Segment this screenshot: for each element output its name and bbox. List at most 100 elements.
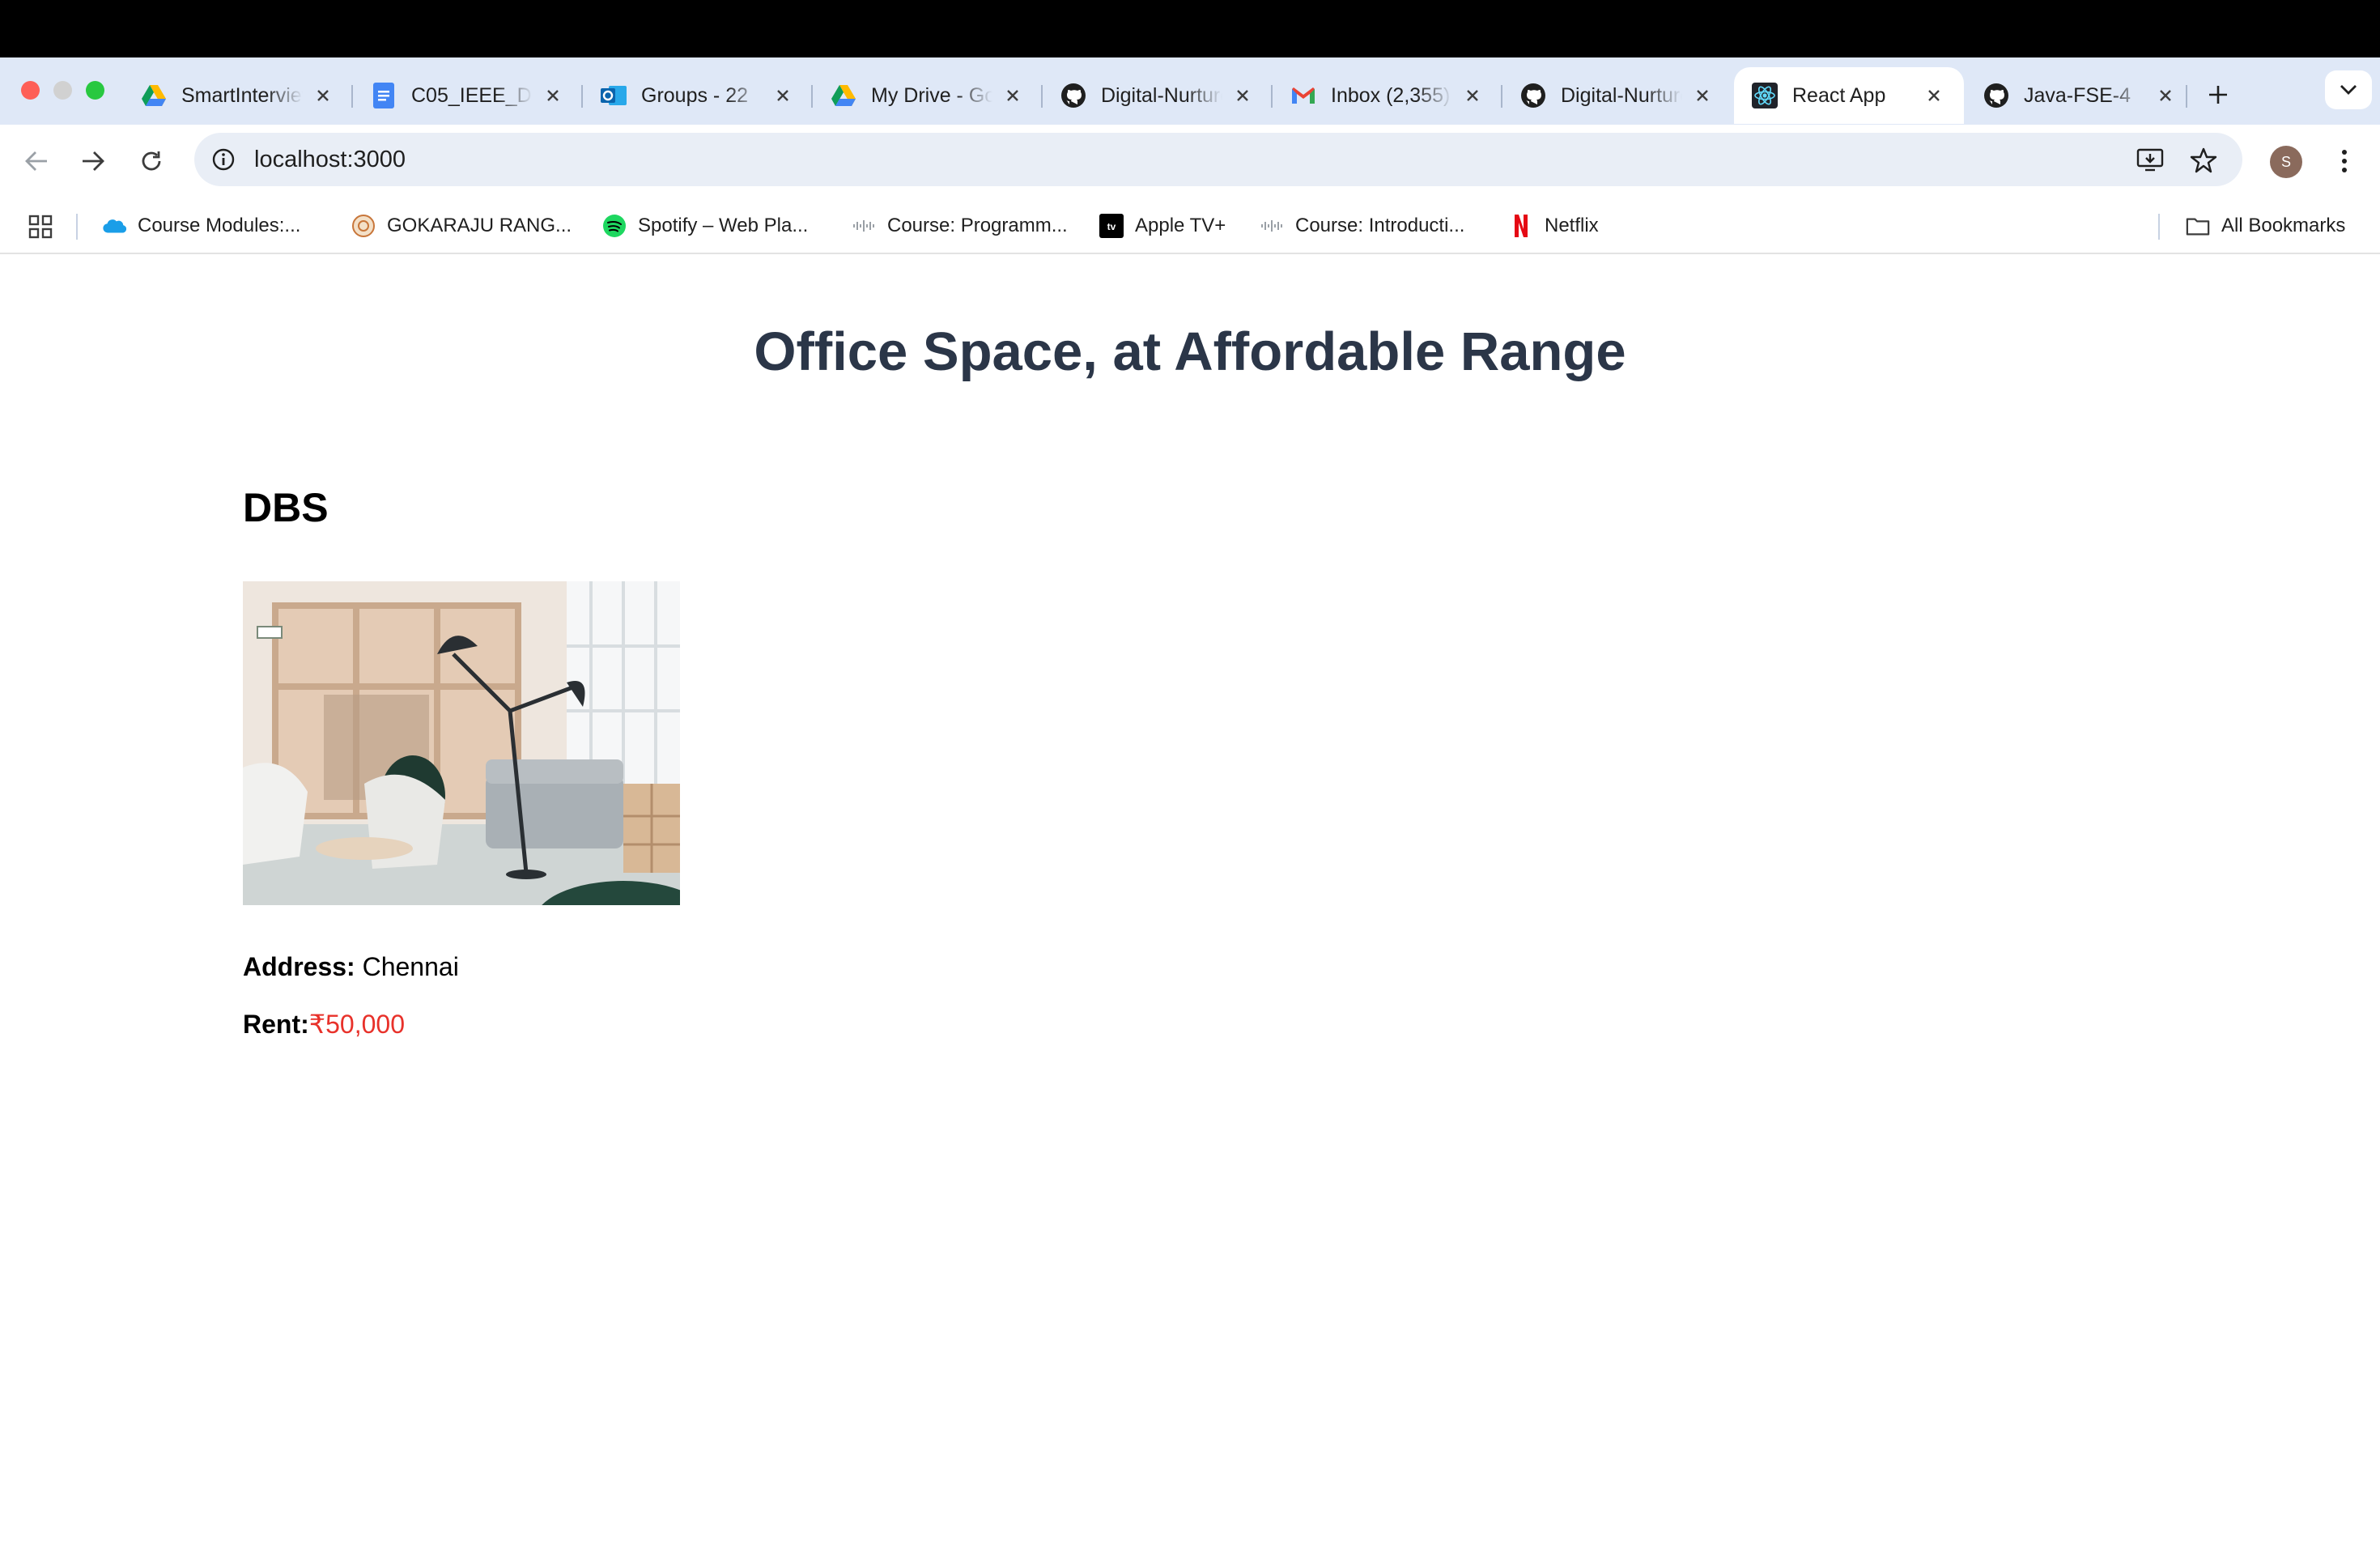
tab-java-fse[interactable]: Java-FSE-4 — [1966, 67, 2195, 124]
tab-search-button[interactable] — [2325, 70, 2372, 109]
install-app-icon[interactable] — [2134, 144, 2166, 176]
close-window-button[interactable] — [21, 81, 40, 100]
bookmark-label: Course: Programm... — [887, 215, 1068, 236]
more-vertical-icon — [2342, 150, 2347, 172]
google-drive-icon — [141, 83, 167, 108]
page-title: Office Space, at Affordable Range — [754, 321, 1626, 382]
tab-digital-nurture[interactable]: Digital-Nurture — [1043, 67, 1273, 124]
browser-toolbar: localhost:3000 S — [0, 125, 2380, 198]
tab-title: SmartInterviews — [181, 83, 303, 107]
all-bookmarks-button[interactable]: All Bookmarks — [2186, 211, 2345, 241]
bookmark-label: GOKARAJU RANG... — [387, 215, 572, 236]
bookmarks-separator — [2158, 214, 2160, 240]
browser-menu-button[interactable] — [2328, 142, 2361, 180]
forward-button[interactable] — [74, 142, 112, 180]
tab-groups[interactable]: Groups - 22 — [583, 67, 813, 124]
tab-c05-ieee-document[interactable]: C05_IEEE_Document — [353, 67, 583, 124]
folder-icon — [2186, 214, 2210, 238]
tab-title: Digital-Nurture — [1101, 83, 1222, 107]
spotify-icon — [602, 214, 627, 238]
github-icon — [1520, 83, 1546, 108]
bookmark-netflix[interactable]: Netflix — [1509, 211, 1599, 241]
reload-icon — [142, 151, 161, 171]
url-text[interactable]: localhost:3000 — [254, 147, 406, 173]
tab-react-app[interactable]: React App — [1734, 67, 1964, 124]
tab-my-drive[interactable]: My Drive - Google Drive — [813, 67, 1043, 124]
google-docs-icon — [371, 83, 397, 108]
bookmark-course-introduction[interactable]: Course: Introducti... — [1260, 211, 1464, 241]
arrow-right-icon — [83, 151, 104, 171]
plus-icon — [2209, 86, 2227, 104]
cisco-icon — [1260, 214, 1284, 238]
bookmark-gokaraju[interactable]: GOKARAJU RANG... — [351, 211, 572, 241]
address-bar[interactable]: localhost:3000 — [194, 133, 2242, 186]
github-icon — [1983, 83, 2009, 108]
avatar-initial: S — [2280, 153, 2291, 170]
tab-title: Digital-Nurture — [1561, 83, 1682, 107]
bookmark-course-modules[interactable]: Course Modules:... — [102, 211, 300, 241]
tab-gmail-inbox[interactable]: Inbox (2,355) — [1273, 67, 1502, 124]
bookmark-course-programming[interactable]: Course: Programm... — [852, 211, 1068, 241]
reload-button[interactable] — [133, 142, 170, 180]
tab-smartinterviews[interactable]: SmartInterviews — [123, 67, 353, 124]
bookmark-label: Apple TV+ — [1135, 215, 1226, 236]
tab-title: Java-FSE-4 — [2024, 83, 2131, 107]
rent-value: ₹50,000 — [308, 1010, 405, 1039]
close-tab-icon[interactable] — [1001, 83, 1025, 108]
bookmark-label: Course: Introducti... — [1295, 215, 1465, 236]
office-image — [243, 581, 680, 905]
maximize-window-button[interactable] — [86, 81, 104, 100]
bookmarks-separator — [76, 214, 78, 240]
tab-digital-nurture-2[interactable]: Digital-Nurture — [1502, 67, 1732, 124]
office-rent: Rent:₹50,000 — [243, 1009, 405, 1040]
minimize-window-button[interactable] — [53, 81, 72, 100]
tab-strip: SmartInterviews C05_IEEE_Document Groups… — [0, 57, 2380, 125]
bookmark-label: Netflix — [1545, 215, 1599, 236]
bookmark-label: Spotify – Web Pla... — [638, 215, 809, 236]
tab-title: C05_IEEE_Document — [411, 83, 533, 107]
close-tab-icon[interactable] — [311, 83, 335, 108]
github-icon — [1060, 83, 1086, 108]
site-info-icon[interactable] — [206, 142, 241, 177]
office-address: Address: Chennai — [243, 952, 459, 982]
close-tab-icon[interactable] — [1922, 83, 1946, 108]
address-value: Chennai — [362, 952, 459, 981]
menu-bar-strip — [0, 0, 2380, 57]
outlook-icon — [601, 83, 627, 108]
close-tab-icon[interactable] — [1690, 83, 1715, 108]
close-tab-icon[interactable] — [771, 83, 795, 108]
address-label: Address: — [243, 952, 355, 981]
profile-avatar[interactable]: S — [2270, 146, 2302, 178]
svg-text:tv: tv — [1107, 221, 1116, 232]
google-drive-icon — [831, 83, 856, 108]
apple-tv-icon: tv — [1099, 214, 1124, 238]
salesforce-cloud-icon — [102, 214, 126, 238]
rent-label: Rent: — [243, 1010, 309, 1039]
tab-title: React App — [1792, 83, 1886, 107]
tab-title: Groups - 22 — [641, 83, 749, 107]
close-tab-icon[interactable] — [541, 83, 565, 108]
apps-grid-icon[interactable] — [28, 214, 53, 240]
bookmark-spotify[interactable]: Spotify – Web Pla... — [602, 211, 808, 241]
tab-separator — [2186, 85, 2187, 108]
netflix-icon — [1509, 214, 1533, 238]
cisco-icon — [852, 214, 876, 238]
arrow-left-icon — [25, 151, 47, 171]
college-seal-icon — [351, 214, 376, 238]
page-content: Office Space, at Affordable Range DBS Ad… — [0, 256, 2380, 1548]
tab-title: Inbox (2,355) — [1331, 83, 1451, 107]
bookmark-star-icon[interactable] — [2187, 144, 2220, 176]
chevron-down-icon — [2340, 85, 2357, 95]
gmail-icon — [1290, 83, 1316, 108]
react-icon — [1752, 83, 1778, 108]
office-name: DBS — [243, 485, 329, 530]
close-tab-icon[interactable] — [1460, 83, 1485, 108]
new-tab-button[interactable] — [2200, 77, 2236, 113]
bookmark-apple-tv[interactable]: tv Apple TV+ — [1099, 211, 1226, 241]
all-bookmarks-label: All Bookmarks — [2221, 215, 2346, 236]
close-tab-icon[interactable] — [1230, 83, 1255, 108]
back-button[interactable] — [18, 142, 55, 180]
tab-title: My Drive - Google Drive — [871, 83, 992, 107]
close-tab-icon[interactable] — [2153, 83, 2178, 108]
bookmarks-bar: Course Modules:... GOKARAJU RANG... Spot… — [0, 198, 2380, 254]
